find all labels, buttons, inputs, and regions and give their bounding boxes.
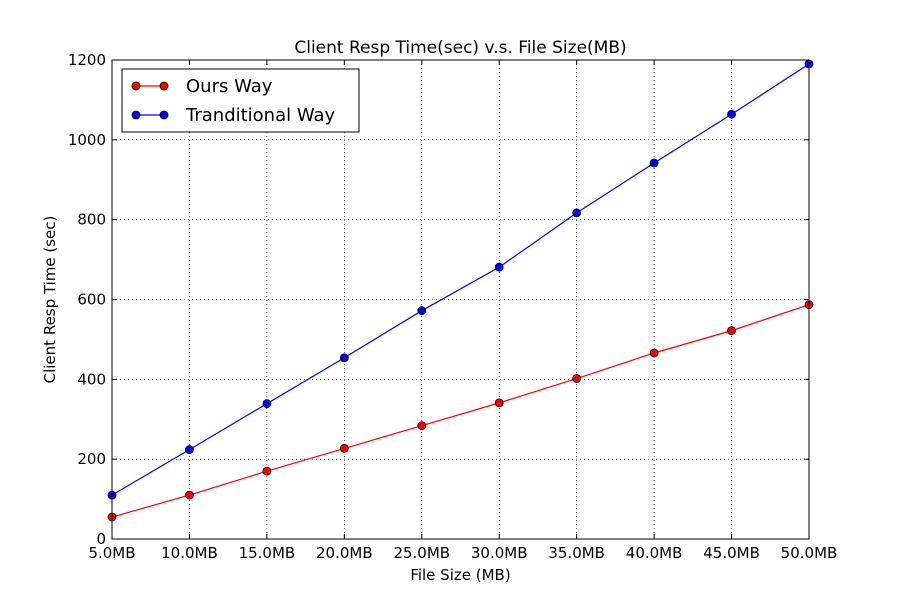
data-point-ours-way — [417, 421, 427, 431]
y-tick-label: 1200 — [68, 51, 106, 69]
y-tick-label: 400 — [77, 370, 106, 388]
data-point-ours-way — [494, 398, 504, 408]
legend-label-ours-way: Ours Way — [186, 76, 273, 97]
x-tick-label: 20.0MB — [316, 544, 373, 562]
chart-title: Client Resp Time(sec) v.s. File Size(MB) — [294, 38, 626, 58]
data-point-tranditional-way — [727, 109, 736, 119]
x-tick-label: 15.0MB — [239, 544, 296, 562]
y-tick-label: 200 — [77, 450, 106, 468]
data-point-ours-way — [727, 326, 736, 336]
y-tick-label: 1000 — [68, 131, 106, 149]
data-point-tranditional-way — [417, 306, 427, 316]
legend-marker-tranditional-way — [159, 110, 169, 120]
data-point-ours-way — [185, 490, 194, 500]
data-point-ours-way — [262, 466, 272, 476]
data-point-tranditional-way — [572, 208, 582, 218]
data-point-tranditional-way — [262, 399, 272, 409]
x-tick-label: 40.0MB — [626, 544, 683, 562]
legend-marker-tranditional-way — [131, 110, 141, 120]
data-point-tranditional-way — [494, 262, 504, 272]
legend-marker-ours-way — [159, 81, 169, 91]
data-point-ours-way — [339, 443, 349, 453]
x-tick-label: 25.0MB — [393, 544, 450, 562]
data-point-ours-way — [572, 374, 582, 383]
data-point-tranditional-way — [649, 158, 659, 168]
legend-marker-ours-way — [131, 81, 141, 91]
x-tick-label: 50.0MB — [781, 544, 838, 562]
data-point-tranditional-way — [185, 445, 194, 454]
y-tick-label: 800 — [77, 211, 106, 229]
data-point-tranditional-way — [339, 353, 349, 363]
x-tick-label: 35.0MB — [548, 544, 605, 562]
y-tick-label: 600 — [77, 291, 106, 309]
legend-label-tranditional-way: Tranditional Way — [185, 105, 336, 126]
x-tick-label: 30.0MB — [471, 544, 528, 562]
data-point-ours-way — [649, 348, 659, 358]
y-axis-label: Client Resp Time (sec) — [41, 216, 59, 384]
x-axis-label: File Size (MB) — [410, 566, 510, 584]
y-tick-label: 0 — [96, 530, 106, 548]
x-tick-label: 10.0MB — [161, 544, 218, 562]
legend: Ours Way Tranditional Way — [121, 68, 360, 133]
line-chart: 5.0MB 10.0MB 15.0MB 20.0MB 25.0MB 30.0MB 35.0M… — [0, 0, 900, 600]
x-tick-label: 45.0MB — [703, 544, 760, 562]
